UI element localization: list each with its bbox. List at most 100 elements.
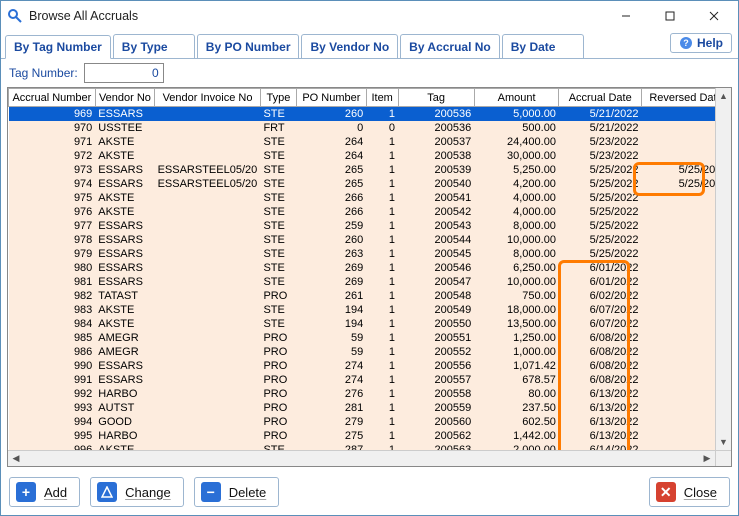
- cell: PRO: [260, 373, 296, 387]
- table-row[interactable]: 979ESSARSSTE26312005458,000.005/25/2022: [9, 247, 731, 261]
- tab-by-vendor-no[interactable]: By Vendor No: [301, 34, 398, 58]
- tab-by-type[interactable]: By Type: [113, 34, 195, 58]
- col-header[interactable]: Type: [260, 89, 296, 107]
- cell: 200540: [398, 177, 474, 191]
- minimize-button[interactable]: [604, 2, 648, 30]
- close-button[interactable]: ✕ Close: [649, 477, 730, 507]
- col-header[interactable]: Vendor No: [95, 89, 154, 107]
- cell: ESSARSTEEL05/20: [155, 163, 261, 177]
- table-row[interactable]: 983AKSTESTE194120054918,000.006/07/2022: [9, 303, 731, 317]
- cell: STE: [260, 275, 296, 289]
- tab-by-accrual-no[interactable]: By Accrual No: [400, 34, 500, 58]
- help-button[interactable]: ? Help: [670, 33, 732, 53]
- cell: AKSTE: [95, 205, 154, 219]
- tab-by-tag-number[interactable]: By Tag Number: [5, 35, 111, 59]
- table-row[interactable]: 973ESSARSESSARSTEEL05/20STE26512005395,2…: [9, 163, 731, 177]
- cell: 6/13/2022: [559, 415, 642, 429]
- table-row[interactable]: 986AMEGRPRO5912005521,000.006/08/2022: [9, 345, 731, 359]
- cell: 981: [9, 275, 96, 289]
- scroll-corner: [715, 450, 731, 466]
- scroll-up-icon[interactable]: ▲: [716, 88, 732, 104]
- tab-row: By Tag NumberBy TypeBy PO NumberBy Vendo…: [1, 31, 738, 59]
- col-header[interactable]: Amount: [474, 89, 559, 107]
- change-button[interactable]: Change: [90, 477, 184, 507]
- vertical-scrollbar[interactable]: ▲ ▼: [715, 88, 731, 450]
- grid-body[interactable]: Accrual NumberVendor NoVendor Invoice No…: [8, 88, 731, 466]
- table-row[interactable]: 982TATASTPRO2611200548750.006/02/2022: [9, 289, 731, 303]
- cell: AKSTE: [95, 303, 154, 317]
- tab-by-po-number[interactable]: By PO Number: [197, 34, 300, 58]
- table-row[interactable]: 977ESSARSSTE25912005438,000.005/25/2022: [9, 219, 731, 233]
- scroll-down-icon[interactable]: ▼: [716, 434, 732, 450]
- table-row[interactable]: 981ESSARSSTE269120054710,000.006/01/2022: [9, 275, 731, 289]
- table-row[interactable]: 976AKSTESTE26612005424,000.005/25/2022: [9, 205, 731, 219]
- col-header[interactable]: Item: [366, 89, 398, 107]
- cell: 1: [366, 163, 398, 177]
- cell: 264: [296, 135, 366, 149]
- col-header[interactable]: Vendor Invoice No: [155, 89, 261, 107]
- cell: ESSARS: [95, 275, 154, 289]
- table-row[interactable]: 990ESSARSPRO27412005561,071.426/08/2022: [9, 359, 731, 373]
- col-header[interactable]: Tag: [398, 89, 474, 107]
- cell: HARBO: [95, 429, 154, 443]
- table-row[interactable]: 969ESSARSSTE26012005365,000.005/21/2022: [9, 107, 731, 122]
- table-row[interactable]: 994GOODPRO2791200560602.506/13/2022: [9, 415, 731, 429]
- tab-by-date[interactable]: By Date: [502, 34, 584, 58]
- cell: [155, 219, 261, 233]
- table-row[interactable]: 995HARBOPRO27512005621,442.006/13/2022: [9, 429, 731, 443]
- cell: [155, 135, 261, 149]
- cell: 18,000.00: [474, 303, 559, 317]
- cell: 993: [9, 401, 96, 415]
- table-row[interactable]: 974ESSARSESSARSTEEL05/20STE26512005404,2…: [9, 177, 731, 191]
- cell: 200557: [398, 373, 474, 387]
- cell: 1: [366, 289, 398, 303]
- cell: PRO: [260, 387, 296, 401]
- table-row[interactable]: 984AKSTESTE194120055013,500.006/07/2022: [9, 317, 731, 331]
- scroll-left-icon[interactable]: ◀: [8, 451, 24, 467]
- cell: 974: [9, 177, 96, 191]
- col-header[interactable]: Accrual Date: [559, 89, 642, 107]
- cell: AMEGR: [95, 345, 154, 359]
- scroll-right-icon[interactable]: ▶: [699, 451, 715, 467]
- cell: [155, 247, 261, 261]
- table-row[interactable]: 991ESSARSPRO2741200557678.576/08/2022: [9, 373, 731, 387]
- table-row[interactable]: 993AUTSTPRO2811200559237.506/13/2022: [9, 401, 731, 415]
- cell: 6/08/2022: [559, 373, 642, 387]
- table-row[interactable]: 980ESSARSSTE26912005466,250.006/01/2022: [9, 261, 731, 275]
- table-row[interactable]: 975AKSTESTE26612005414,000.005/25/2022: [9, 191, 731, 205]
- close-window-button[interactable]: [692, 2, 736, 30]
- cell: [155, 429, 261, 443]
- cell: [155, 331, 261, 345]
- cell: PRO: [260, 289, 296, 303]
- maximize-button[interactable]: [648, 2, 692, 30]
- cell: STE: [260, 205, 296, 219]
- col-header[interactable]: Accrual Number: [9, 89, 96, 107]
- cell: 200543: [398, 219, 474, 233]
- cell: [155, 359, 261, 373]
- cell: 5/25/2022: [559, 163, 642, 177]
- table-row[interactable]: 970USSTEEFRT00200536500.005/21/2022: [9, 121, 731, 135]
- cell: 6/07/2022: [559, 303, 642, 317]
- cell: 200556: [398, 359, 474, 373]
- cell: AUTST: [95, 401, 154, 415]
- delete-button[interactable]: − Delete: [194, 477, 280, 507]
- table-row[interactable]: 992HARBOPRO276120055880.006/13/2022: [9, 387, 731, 401]
- cell: PRO: [260, 415, 296, 429]
- table-row[interactable]: 971AKSTESTE264120053724,400.005/23/2022: [9, 135, 731, 149]
- cell: [155, 107, 261, 122]
- footer: + Add Change − Delete ✕ Close: [1, 467, 738, 515]
- tag-number-input[interactable]: [84, 63, 164, 83]
- cell: 5/23/2022: [559, 149, 642, 163]
- horizontal-scrollbar[interactable]: ◀ ▶: [8, 450, 715, 466]
- cell: 969: [9, 107, 96, 122]
- table-row[interactable]: 985AMEGRPRO5912005511,250.006/08/2022: [9, 331, 731, 345]
- col-header[interactable]: PO Number: [296, 89, 366, 107]
- cell: 1: [366, 135, 398, 149]
- cell: 200559: [398, 401, 474, 415]
- add-button[interactable]: + Add: [9, 477, 80, 507]
- cell: 259: [296, 219, 366, 233]
- table-row[interactable]: 972AKSTESTE264120053830,000.005/23/2022: [9, 149, 731, 163]
- cell: HARBO: [95, 387, 154, 401]
- table-row[interactable]: 978ESSARSSTE260120054410,000.005/25/2022: [9, 233, 731, 247]
- cell: 970: [9, 121, 96, 135]
